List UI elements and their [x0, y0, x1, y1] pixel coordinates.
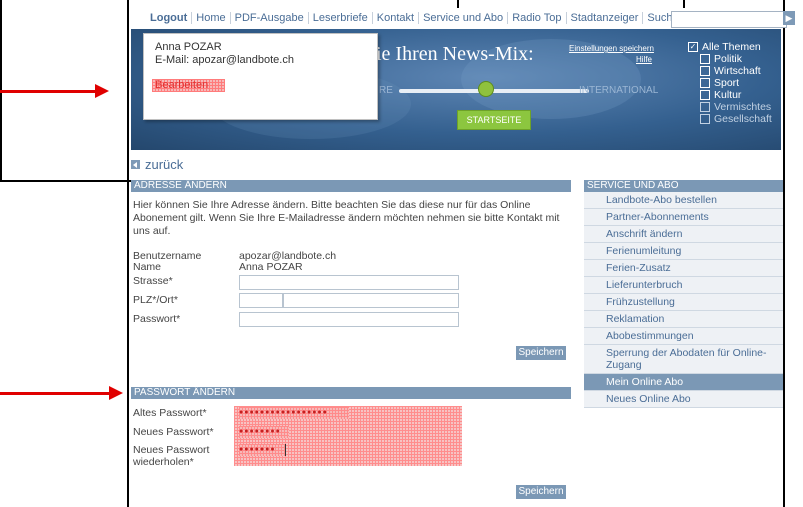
news-mix-slider[interactable]	[399, 89, 589, 93]
theme-kultur[interactable]: Kultur	[688, 89, 778, 101]
checkbox-icon[interactable]	[700, 102, 710, 112]
name-label: Name	[133, 261, 162, 273]
checkbox-checked-icon[interactable]: ✓	[688, 42, 698, 52]
repeat-password-label: Neues Passwort	[133, 444, 210, 456]
top-navigation: Logout Home PDF-Ausgabe Leserbriefe Kont…	[150, 10, 686, 26]
theme-politik[interactable]: Politik	[688, 53, 778, 65]
checkbox-icon[interactable]	[700, 90, 710, 100]
nav-logout[interactable]: Logout	[150, 12, 193, 24]
startseite-button[interactable]: STARTSEITE	[457, 110, 531, 130]
save-address-button[interactable]: Speichern	[516, 346, 566, 360]
slider-handle[interactable]	[478, 81, 494, 97]
sidebar-item-partner-abonnements[interactable]: Partner-Abonnements	[584, 209, 783, 226]
city-input[interactable]	[283, 293, 459, 308]
nav-pdf-ausgabe[interactable]: PDF-Ausgabe	[231, 12, 309, 24]
nav-kontakt[interactable]: Kontakt	[373, 12, 420, 24]
password-section-header: PASSWORT ÄNDERN	[131, 387, 571, 399]
street-label: Strasse*	[133, 275, 173, 287]
back-link-label[interactable]: zurück	[145, 157, 183, 172]
checkbox-icon[interactable]	[700, 78, 710, 88]
sidebar-item-ferien-zusatz[interactable]: Ferien-Zusatz	[584, 260, 783, 277]
sidebar-item-ferienumleitung[interactable]: Ferienumleitung	[584, 243, 783, 260]
sidebar-item-abobestimmungen[interactable]: Abobestimmungen	[584, 328, 783, 345]
annotation-arrow	[0, 90, 96, 93]
repeat-password-input[interactable]: ●●●●●●●	[239, 444, 286, 456]
new-password-input[interactable]: ●●●●●●●●	[239, 426, 289, 438]
theme-gesellschaft[interactable]: Gesellschaft	[688, 113, 778, 125]
search-submit-button[interactable]: ▶	[783, 11, 795, 25]
password-label: Passwort*	[133, 313, 181, 325]
sidebar-item-sperrung-abodaten[interactable]: Sperrung der Abodaten für Online-Zugang	[584, 345, 783, 374]
sidebar-item-lieferunterbruch[interactable]: Lieferunterbruch	[584, 277, 783, 294]
theme-vermischtes[interactable]: Vermischtes	[688, 101, 778, 113]
old-password-input[interactable]: ●●●●●●●●●●●●●●●●●	[239, 407, 349, 419]
save-password-button[interactable]: Speichern	[516, 485, 566, 499]
annotation-arrow	[0, 392, 110, 395]
annotation-arrow-head	[95, 84, 109, 98]
nav-radio-top[interactable]: Radio Top	[508, 12, 567, 24]
back-link[interactable]: zurück	[131, 157, 183, 172]
back-arrow-icon	[131, 160, 140, 169]
callout-line	[0, 0, 1, 1]
sidebar-item-neues-online-abo[interactable]: Neues Online Abo	[584, 391, 783, 408]
theme-alle-themen[interactable]: ✓ Alle Themen	[688, 41, 778, 53]
help-link[interactable]: Hilfe	[636, 55, 652, 64]
theme-sport[interactable]: Sport	[688, 77, 778, 89]
save-settings-link[interactable]: Einstellungen speichern	[569, 44, 654, 53]
theme-wirtschaft[interactable]: Wirtschaft	[688, 65, 778, 77]
sidebar-header: SERVICE UND ABO	[584, 180, 783, 192]
nav-home[interactable]: Home	[192, 12, 231, 24]
annotation-arrow-head	[109, 386, 123, 400]
theme-filter-list: ✓ Alle Themen Politik Wirtschaft Sport Ku…	[688, 41, 778, 125]
user-info-popup: Anna POZAR E-Mail: apozar@landbote.ch Be…	[143, 33, 378, 120]
address-intro-text: Hier können Sie Ihre Adresse ändern. Bit…	[133, 199, 560, 237]
slider-label-right: INTERNATIONAL	[579, 85, 659, 96]
zip-input[interactable]	[239, 293, 283, 308]
checkbox-icon[interactable]	[700, 114, 710, 124]
checkbox-icon[interactable]	[700, 54, 710, 64]
sidebar-item-mein-online-abo[interactable]: Mein Online Abo	[584, 374, 783, 391]
nav-leserbriefe[interactable]: Leserbriefe	[309, 12, 373, 24]
callout-line	[683, 0, 685, 8]
sidebar-item-reklamation[interactable]: Reklamation	[584, 311, 783, 328]
sidebar-item-anschrift-aendern[interactable]: Anschrift ändern	[584, 226, 783, 243]
user-email: E-Mail: apozar@landbote.ch	[155, 54, 294, 66]
password-input[interactable]	[239, 312, 459, 327]
new-password-label: Neues Passwort*	[133, 426, 214, 438]
old-password-label: Altes Passwort*	[133, 407, 207, 419]
name-value: Anna POZAR	[239, 261, 303, 273]
repeat-password-label-2: wiederholen*	[133, 456, 194, 468]
checkbox-icon[interactable]	[700, 66, 710, 76]
callout-line	[457, 0, 459, 8]
address-section-header: ADRESSE ÄNDERN	[131, 180, 571, 192]
sidebar-item-landbote-abo-bestellen[interactable]: Landbote-Abo bestellen	[584, 192, 783, 209]
sidebar-menu: Landbote-Abo bestellen Partner-Abonnemen…	[584, 192, 783, 408]
slider-label-left: RE	[379, 85, 393, 96]
edit-profile-link[interactable]: Bearbeiten	[152, 79, 225, 92]
zip-city-label: PLZ*/Ort*	[133, 294, 178, 306]
nav-service-und-abo[interactable]: Service und Abo	[419, 12, 509, 24]
banner-title: ie Ihren News-Mix:	[376, 43, 534, 65]
callout-line	[0, 180, 131, 182]
nav-stadtanzeiger[interactable]: Stadtanzeiger	[567, 12, 644, 24]
search-input[interactable]	[671, 11, 787, 28]
street-input[interactable]	[239, 275, 459, 290]
user-name: Anna POZAR	[155, 41, 222, 53]
sidebar-item-fruehzustellung[interactable]: Frühzustellung	[584, 294, 783, 311]
